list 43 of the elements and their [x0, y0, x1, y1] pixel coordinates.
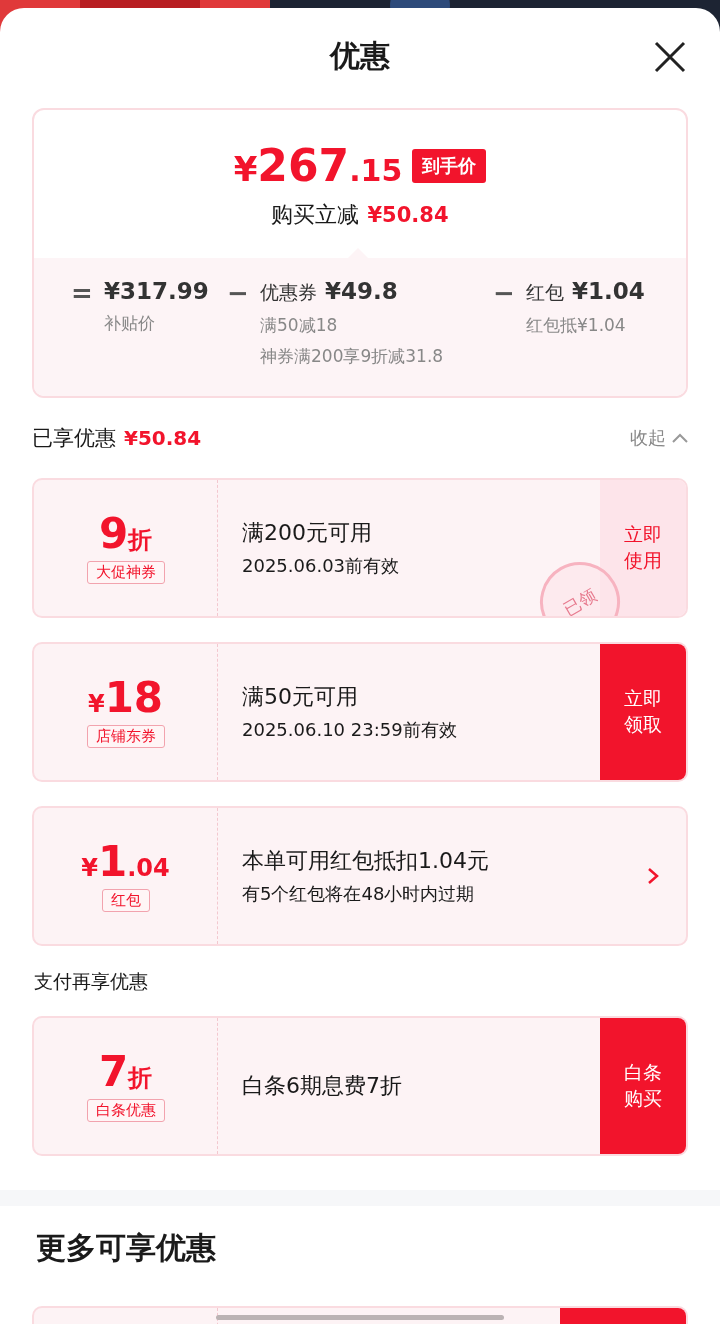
coupon-tag: 大促神券: [86, 560, 165, 584]
coupon-value: 9折: [98, 512, 153, 555]
chevron-right-icon[interactable]: [646, 866, 660, 886]
coupon-condition: 白条6期息费7折: [242, 1072, 403, 1100]
coupon-validity: 2025.06.10 23:59前有效: [242, 718, 458, 742]
breakdown-label: 优惠券: [260, 280, 317, 305]
close-icon[interactable]: [654, 41, 686, 73]
coupon-value: ¥1.04: [81, 840, 170, 883]
breakdown-note: 红包抵¥1.04: [526, 314, 627, 337]
breakdown-value: ¥49.8: [325, 278, 398, 304]
operator-sign: =: [70, 278, 94, 310]
coupon-tag: 白条优惠: [86, 1098, 165, 1122]
final-price: ¥267.15: [233, 144, 403, 188]
coupon-condition: 本单可用红包抵扣1.04元: [242, 847, 490, 875]
section-title: 更多可享优惠: [35, 1229, 217, 1267]
breakdown-label: 红包: [526, 280, 564, 305]
coupon-tag: 店铺东券: [86, 724, 165, 748]
coupon-value: 7折: [98, 1050, 153, 1093]
collapse-toggle[interactable]: 收起: [630, 426, 688, 450]
sheet-title: 优惠: [330, 36, 390, 75]
chevron-up-icon: [672, 433, 688, 443]
coupon-action-button[interactable]: 立即使用: [600, 480, 686, 616]
reduction-label: 购买立减: [271, 201, 360, 229]
enjoyed-label: 已享优惠: [32, 425, 116, 452]
breakdown-note: 神券满200享9折减31.8: [260, 345, 444, 368]
coupon-tag: 红包: [101, 888, 150, 912]
coupon-condition: 满50元可用: [242, 683, 359, 711]
breakdown-note: 补贴价: [104, 312, 156, 335]
reduction-amount: ¥50.84: [367, 203, 449, 227]
coupon-action-button[interactable]: 白条购买: [600, 1018, 686, 1154]
operator-sign: −: [226, 278, 250, 310]
coupon-validity: 有5个红包将在48小时内过期: [242, 882, 476, 906]
coupon-action-button[interactable]: 立即领取: [600, 644, 686, 780]
coupon-validity: 2025.06.03前有效: [242, 554, 401, 578]
breakdown-value: ¥317.99: [104, 278, 209, 304]
operator-sign: −: [492, 278, 516, 310]
price-tag: 到手价: [412, 149, 487, 183]
coupon-condition: 满200元可用: [242, 519, 373, 547]
coupon-value: ¥18: [87, 676, 164, 719]
enjoyed-amount: ¥50.84: [124, 426, 202, 450]
breakdown-value: ¥1.04: [572, 278, 645, 304]
section-title: 支付再享优惠: [33, 970, 149, 994]
breakdown-note: 满50减18: [260, 314, 339, 337]
